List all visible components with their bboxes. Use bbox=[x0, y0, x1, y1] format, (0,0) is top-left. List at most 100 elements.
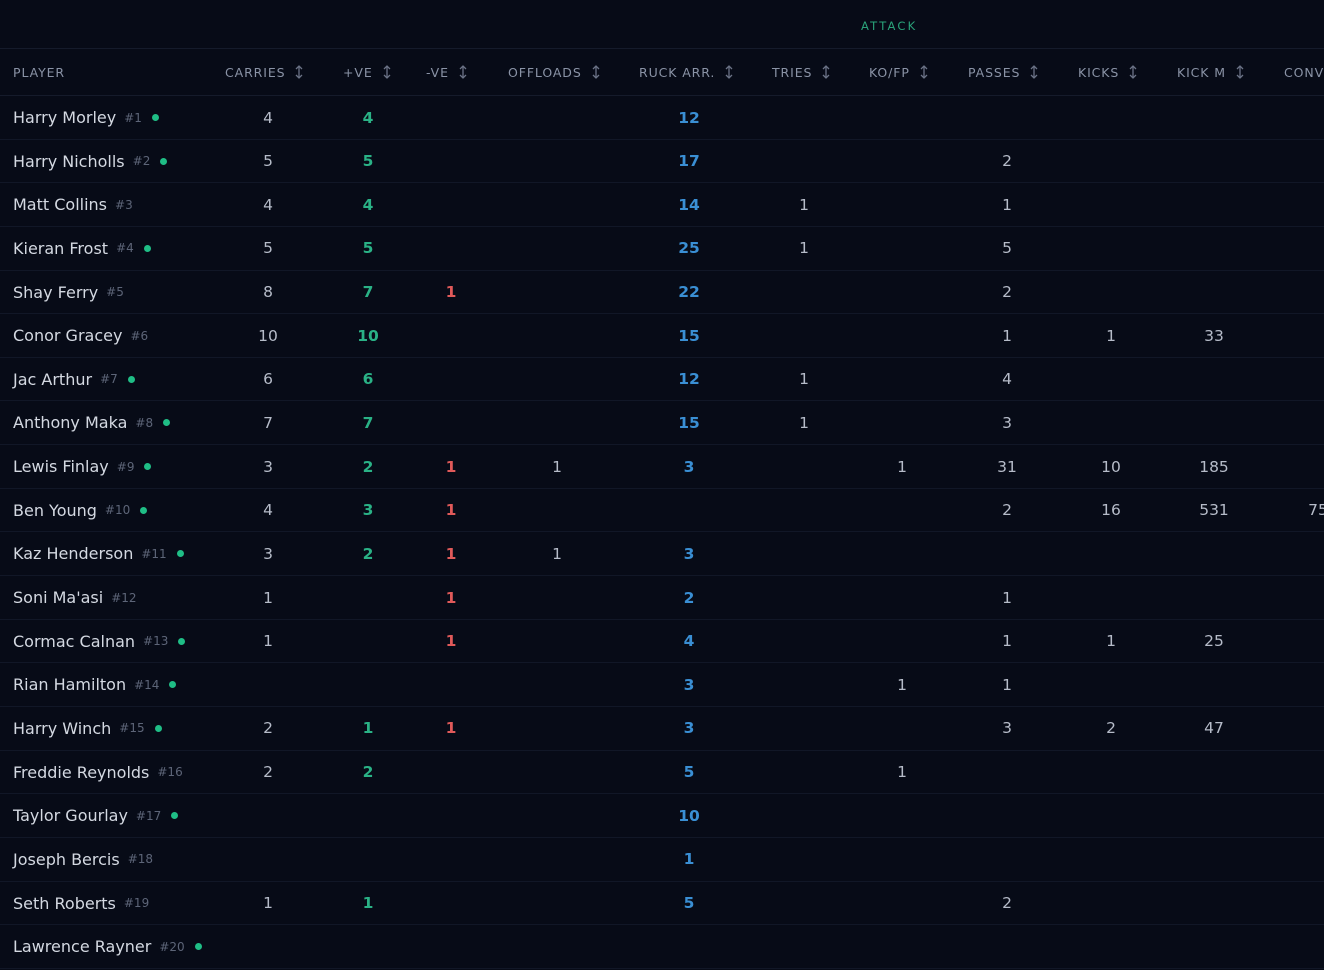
table-row[interactable]: Anthony Maka #8 7 7 15 1 3 bbox=[0, 401, 1324, 446]
player-name[interactable]: Lewis Finlay bbox=[13, 457, 109, 476]
player-name[interactable]: Jac Arthur bbox=[13, 370, 92, 389]
player-name[interactable]: Kaz Henderson bbox=[13, 544, 133, 563]
stat-cell-kofp: 1 bbox=[897, 763, 907, 782]
player-name[interactable]: Kieran Frost bbox=[13, 239, 108, 258]
player-number: #18 bbox=[127, 852, 154, 867]
sort-arrows-icon[interactable] bbox=[1029, 65, 1039, 79]
player-cell: Jac Arthur #7 bbox=[13, 358, 135, 401]
stat-cell-carries: 1 bbox=[263, 894, 273, 913]
stat-cell-pos: 5 bbox=[362, 152, 374, 171]
sort-arrows-icon[interactable] bbox=[821, 65, 831, 79]
player-name[interactable]: Taylor Gourlay bbox=[13, 806, 128, 825]
stat-cell-neg: 1 bbox=[445, 632, 457, 651]
player-name[interactable]: Cormac Calnan bbox=[13, 632, 135, 651]
player-number: #20 bbox=[159, 939, 185, 954]
sort-arrows-icon[interactable] bbox=[919, 65, 929, 79]
player-number: #17 bbox=[135, 808, 162, 823]
table-row[interactable]: Kieran Frost #4 5 5 25 1 5 bbox=[0, 227, 1324, 271]
table-row[interactable]: Jac Arthur #7 6 6 12 1 4 bbox=[0, 358, 1324, 402]
table-row[interactable]: Cormac Calnan #13 1 1 4 1 1 25 bbox=[0, 620, 1324, 664]
stat-cell-ruck: 15 bbox=[678, 326, 700, 345]
player-number: #1 bbox=[124, 110, 142, 125]
column-header-ruck[interactable]: RUCK ARR. bbox=[639, 64, 734, 80]
table-row[interactable]: Conor Gracey #6 10 10 15 1 1 33 bbox=[0, 314, 1324, 358]
player-name[interactable]: Shay Ferry bbox=[13, 283, 98, 302]
player-cell: Lewis Finlay #9 bbox=[13, 445, 152, 488]
active-status-dot-icon bbox=[169, 681, 177, 689]
player-cell: Harry Morley #1 bbox=[13, 96, 159, 139]
table-row[interactable]: Joseph Bercis #18 1 bbox=[0, 838, 1324, 882]
column-header-kicks[interactable]: KICKS bbox=[1078, 64, 1138, 80]
player-name[interactable]: Seth Roberts bbox=[13, 894, 116, 913]
player-number: #4 bbox=[116, 241, 134, 256]
stat-cell-pos: 7 bbox=[362, 413, 374, 432]
table-row[interactable]: Harry Nicholls #2 5 5 17 2 bbox=[0, 140, 1324, 184]
sort-arrows-icon[interactable] bbox=[1128, 65, 1138, 79]
stat-cell-offloads: 1 bbox=[552, 544, 562, 563]
sort-arrows-icon[interactable] bbox=[294, 65, 304, 79]
table-row[interactable]: Lawrence Rayner #20 bbox=[0, 925, 1324, 969]
column-header-carries[interactable]: CARRIES bbox=[225, 64, 304, 80]
player-number: #3 bbox=[115, 197, 133, 212]
player-cell: Shay Ferry #5 bbox=[13, 271, 124, 314]
player-name[interactable]: Harry Nicholls bbox=[13, 152, 125, 171]
sort-arrows-icon[interactable] bbox=[591, 65, 601, 79]
player-cell: Lawrence Rayner #20 bbox=[13, 925, 202, 968]
column-header-row: PLAYER CARRIES +VE -VE OFFLOADS RUCK ARR. TRIE… bbox=[0, 49, 1324, 96]
column-header-offloads[interactable]: OFFLOADS bbox=[508, 64, 601, 80]
stat-cell-carries: 4 bbox=[263, 195, 273, 214]
player-name[interactable]: Harry Morley bbox=[13, 108, 116, 127]
sort-arrows-icon[interactable] bbox=[382, 65, 392, 79]
table-row[interactable]: Taylor Gourlay #17 10 bbox=[0, 794, 1324, 838]
player-name[interactable]: Lawrence Rayner bbox=[13, 937, 151, 956]
sort-arrows-icon[interactable] bbox=[724, 65, 734, 79]
player-name[interactable]: Rian Hamilton bbox=[13, 675, 126, 694]
player-name[interactable]: Matt Collins bbox=[13, 195, 107, 214]
active-status-dot-icon bbox=[127, 375, 135, 383]
column-header-player: PLAYER bbox=[13, 64, 65, 80]
column-header-neg[interactable]: -VE bbox=[426, 64, 468, 80]
player-name[interactable]: Anthony Maka bbox=[13, 413, 127, 432]
player-name[interactable]: Joseph Bercis bbox=[13, 850, 120, 869]
sort-arrows-icon[interactable] bbox=[458, 65, 468, 79]
table-row[interactable]: Harry Morley #1 4 4 12 bbox=[0, 96, 1324, 140]
player-name[interactable]: Harry Winch bbox=[13, 719, 111, 738]
stat-cell-tries: 1 bbox=[799, 239, 809, 258]
table-row[interactable]: Harry Winch #15 2 1 1 3 3 2 47 bbox=[0, 707, 1324, 751]
sort-arrows-icon[interactable] bbox=[1235, 65, 1245, 79]
table-row[interactable]: Freddie Reynolds #16 2 2 5 1 bbox=[0, 751, 1324, 795]
stat-cell-ruck: 2 bbox=[683, 588, 695, 607]
table-row[interactable]: Matt Collins #3 4 4 14 1 1 bbox=[0, 183, 1324, 227]
stat-cell-carries: 10 bbox=[258, 326, 278, 345]
column-header-pos[interactable]: +VE bbox=[343, 64, 392, 80]
table-row[interactable]: Ben Young #10 4 3 1 2 16 531 75 bbox=[0, 489, 1324, 533]
column-header-kofp[interactable]: KO/FP bbox=[869, 64, 929, 80]
player-number: #10 bbox=[104, 503, 131, 518]
column-header-kickm[interactable]: KICK M bbox=[1177, 64, 1245, 80]
player-name[interactable]: Soni Ma'asi bbox=[13, 588, 103, 607]
player-number: #12 bbox=[111, 590, 137, 605]
player-cell: Conor Gracey #6 bbox=[13, 314, 148, 357]
table-row[interactable]: Rian Hamilton #14 3 1 1 bbox=[0, 663, 1324, 707]
player-cell: Kaz Henderson #11 bbox=[13, 532, 184, 575]
column-header-label: PASSES bbox=[968, 64, 1021, 80]
player-name[interactable]: Conor Gracey bbox=[13, 326, 122, 345]
stat-cell-neg: 1 bbox=[445, 457, 457, 476]
player-name[interactable]: Ben Young bbox=[13, 501, 97, 520]
table-row[interactable]: Lewis Finlay #9 3 2 1 1 3 1 31 10 185 bbox=[0, 445, 1324, 489]
table-row[interactable]: Seth Roberts #19 1 1 5 2 bbox=[0, 882, 1324, 926]
player-name[interactable]: Freddie Reynolds bbox=[13, 763, 149, 782]
table-row[interactable]: Soni Ma'asi #12 1 1 2 1 bbox=[0, 576, 1324, 620]
stat-cell-carries: 6 bbox=[263, 370, 273, 389]
table-row[interactable]: Kaz Henderson #11 3 2 1 1 3 bbox=[0, 532, 1324, 577]
stat-cell-ruck: 3 bbox=[683, 675, 695, 694]
column-header-conv: CONV bbox=[1284, 64, 1324, 80]
stat-cell-ruck: 17 bbox=[678, 152, 700, 171]
column-header-passes[interactable]: PASSES bbox=[968, 64, 1039, 80]
column-header-label: KICK M bbox=[1177, 64, 1226, 80]
stat-cell-pos: 1 bbox=[362, 719, 374, 738]
stat-cell-ruck: 3 bbox=[683, 719, 695, 738]
table-row[interactable]: Shay Ferry #5 8 7 1 22 2 bbox=[0, 271, 1324, 315]
column-header-tries[interactable]: TRIES bbox=[772, 64, 831, 80]
stat-cell-neg: 1 bbox=[445, 719, 457, 738]
